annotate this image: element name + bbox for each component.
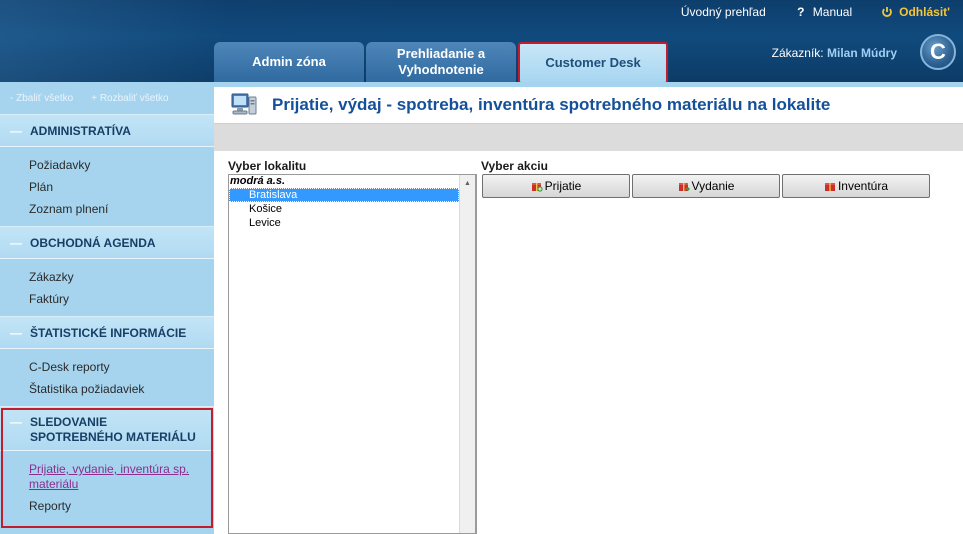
gift-add-icon [531, 180, 543, 192]
location-group: modrá a.s. [230, 175, 286, 187]
toolbar-bar [214, 123, 963, 151]
action-label: Vyber akciu [481, 159, 548, 173]
main-content: Prijatie, výdaj - spotreba, inventúra sp… [214, 82, 963, 534]
gift-out-icon [678, 180, 690, 192]
sidebar-section-items: C-Desk reporty Štatistika požiadaviek [0, 349, 214, 406]
top-links: Úvodný prehľad ? Manual Odhlásit' [653, 0, 963, 24]
manual-link[interactable]: ? Manual [794, 5, 852, 19]
highlight-frame [1, 408, 213, 528]
location-listbox[interactable]: modrá a.s. Bratislava Košice Levice ▲ [228, 174, 476, 534]
sidebar-item-statistika-poziadaviek[interactable]: Štatistika požiadaviek [29, 378, 214, 400]
tab-admin-zona[interactable]: Admin zóna [214, 42, 364, 82]
sidebar: - Zbaliť všetko + Rozbaliť všetko — ADMI… [0, 82, 214, 534]
gift-icon [824, 180, 836, 192]
sidebar-section-items: Požiadavky Plán Zoznam plnení [0, 147, 214, 226]
customer-label: Zákazník: [771, 46, 824, 60]
manual-link-label: Manual [812, 5, 853, 19]
inventura-button[interactable]: Inventúra [782, 174, 930, 198]
sidebar-item-poziadavky[interactable]: Požiadavky [29, 154, 214, 176]
sidebar-section-title: OBCHODNÁ AGENDA [30, 235, 156, 250]
inventura-button-label: Inventúra [837, 179, 889, 193]
tab-customer-desk-label: Customer Desk [545, 55, 641, 70]
sidebar-section-header[interactable]: — OBCHODNÁ AGENDA [0, 227, 214, 259]
tab-customer-desk[interactable]: Customer Desk [518, 42, 668, 84]
sidebar-item-faktury[interactable]: Faktúry [29, 288, 214, 310]
collapse-icon: — [10, 235, 22, 250]
computer-icon [230, 92, 258, 118]
action-panel [476, 174, 963, 534]
tab-admin-zona-label: Admin zóna [252, 54, 326, 69]
sidebar-section-statisticke-informacie: — ŠTATISTICKÉ INFORMÁCIE C-Desk reporty … [0, 316, 214, 406]
page-header: Prijatie, výdaj - spotreba, inventúra sp… [214, 87, 963, 123]
collapse-all-link[interactable]: - Zbaliť všetko [10, 93, 73, 104]
help-icon: ? [797, 5, 805, 19]
sidebar-item-zakazky[interactable]: Zákazky [29, 266, 214, 288]
vydanie-button[interactable]: Vydanie [632, 174, 780, 198]
scroll-up-icon[interactable]: ▲ [460, 175, 475, 191]
page-title: Prijatie, výdaj - spotreba, inventúra sp… [272, 95, 831, 114]
collapse-icon: — [10, 325, 22, 340]
location-option-levice[interactable]: Levice [229, 216, 475, 230]
collapse-icon: — [10, 123, 22, 138]
sidebar-section-items: Zákazky Faktúry [0, 259, 214, 316]
expand-all-link[interactable]: + Rozbaliť všetko [91, 93, 168, 104]
sidebar-section-header[interactable]: — ADMINISTRATÍVA [0, 115, 214, 147]
location-option-kosice[interactable]: Košice [229, 202, 475, 216]
home-link-label: Úvodný prehľad [680, 5, 766, 19]
tab-prehliadanie[interactable]: Prehliadanie a Vyhodnotenie [366, 42, 516, 82]
location-label: Vyber lokalitu [228, 159, 307, 173]
sidebar-tools: - Zbaliť všetko + Rozbaliť všetko [0, 82, 214, 114]
c-logo-letter: C [930, 39, 946, 64]
home-link[interactable]: Úvodný prehľad [681, 5, 766, 19]
c-logo: C [920, 34, 956, 70]
sidebar-section-obchodna-agenda: — OBCHODNÁ AGENDA Zákazky Faktúry [0, 226, 214, 316]
prijatie-button-label: Prijatie [544, 179, 582, 193]
logout-link[interactable]: Odhlásit' [880, 5, 950, 19]
vydanie-button-label: Vydanie [691, 179, 735, 193]
sidebar-item-cdesk-reporty[interactable]: C-Desk reporty [29, 356, 214, 378]
tab-prehliadanie-label: Prehliadanie a Vyhodnotenie [396, 46, 486, 77]
header: Úvodný prehľad ? Manual Odhlásit' Admin … [0, 0, 963, 84]
listbox-scrollbar[interactable]: ▲ [459, 175, 475, 533]
power-icon [880, 5, 894, 19]
sidebar-item-plan[interactable]: Plán [29, 176, 214, 198]
sidebar-section-header[interactable]: — ŠTATISTICKÉ INFORMÁCIE [0, 317, 214, 349]
sidebar-section-title: ADMINISTRATÍVA [30, 123, 131, 138]
sidebar-section-administrativa: — ADMINISTRATÍVA Požiadavky Plán Zoznam … [0, 114, 214, 226]
logout-link-label: Odhlásit' [899, 5, 950, 19]
customer-info: Zákazník: Milan Múdry [772, 46, 897, 60]
prijatie-button[interactable]: Prijatie [482, 174, 630, 198]
sidebar-section-title: ŠTATISTICKÉ INFORMÁCIE [30, 325, 187, 340]
customer-name: Milan Múdry [826, 46, 897, 60]
sidebar-item-zoznam-plneni[interactable]: Zoznam plnení [29, 198, 214, 220]
location-option-bratislava[interactable]: Bratislava [229, 188, 459, 202]
